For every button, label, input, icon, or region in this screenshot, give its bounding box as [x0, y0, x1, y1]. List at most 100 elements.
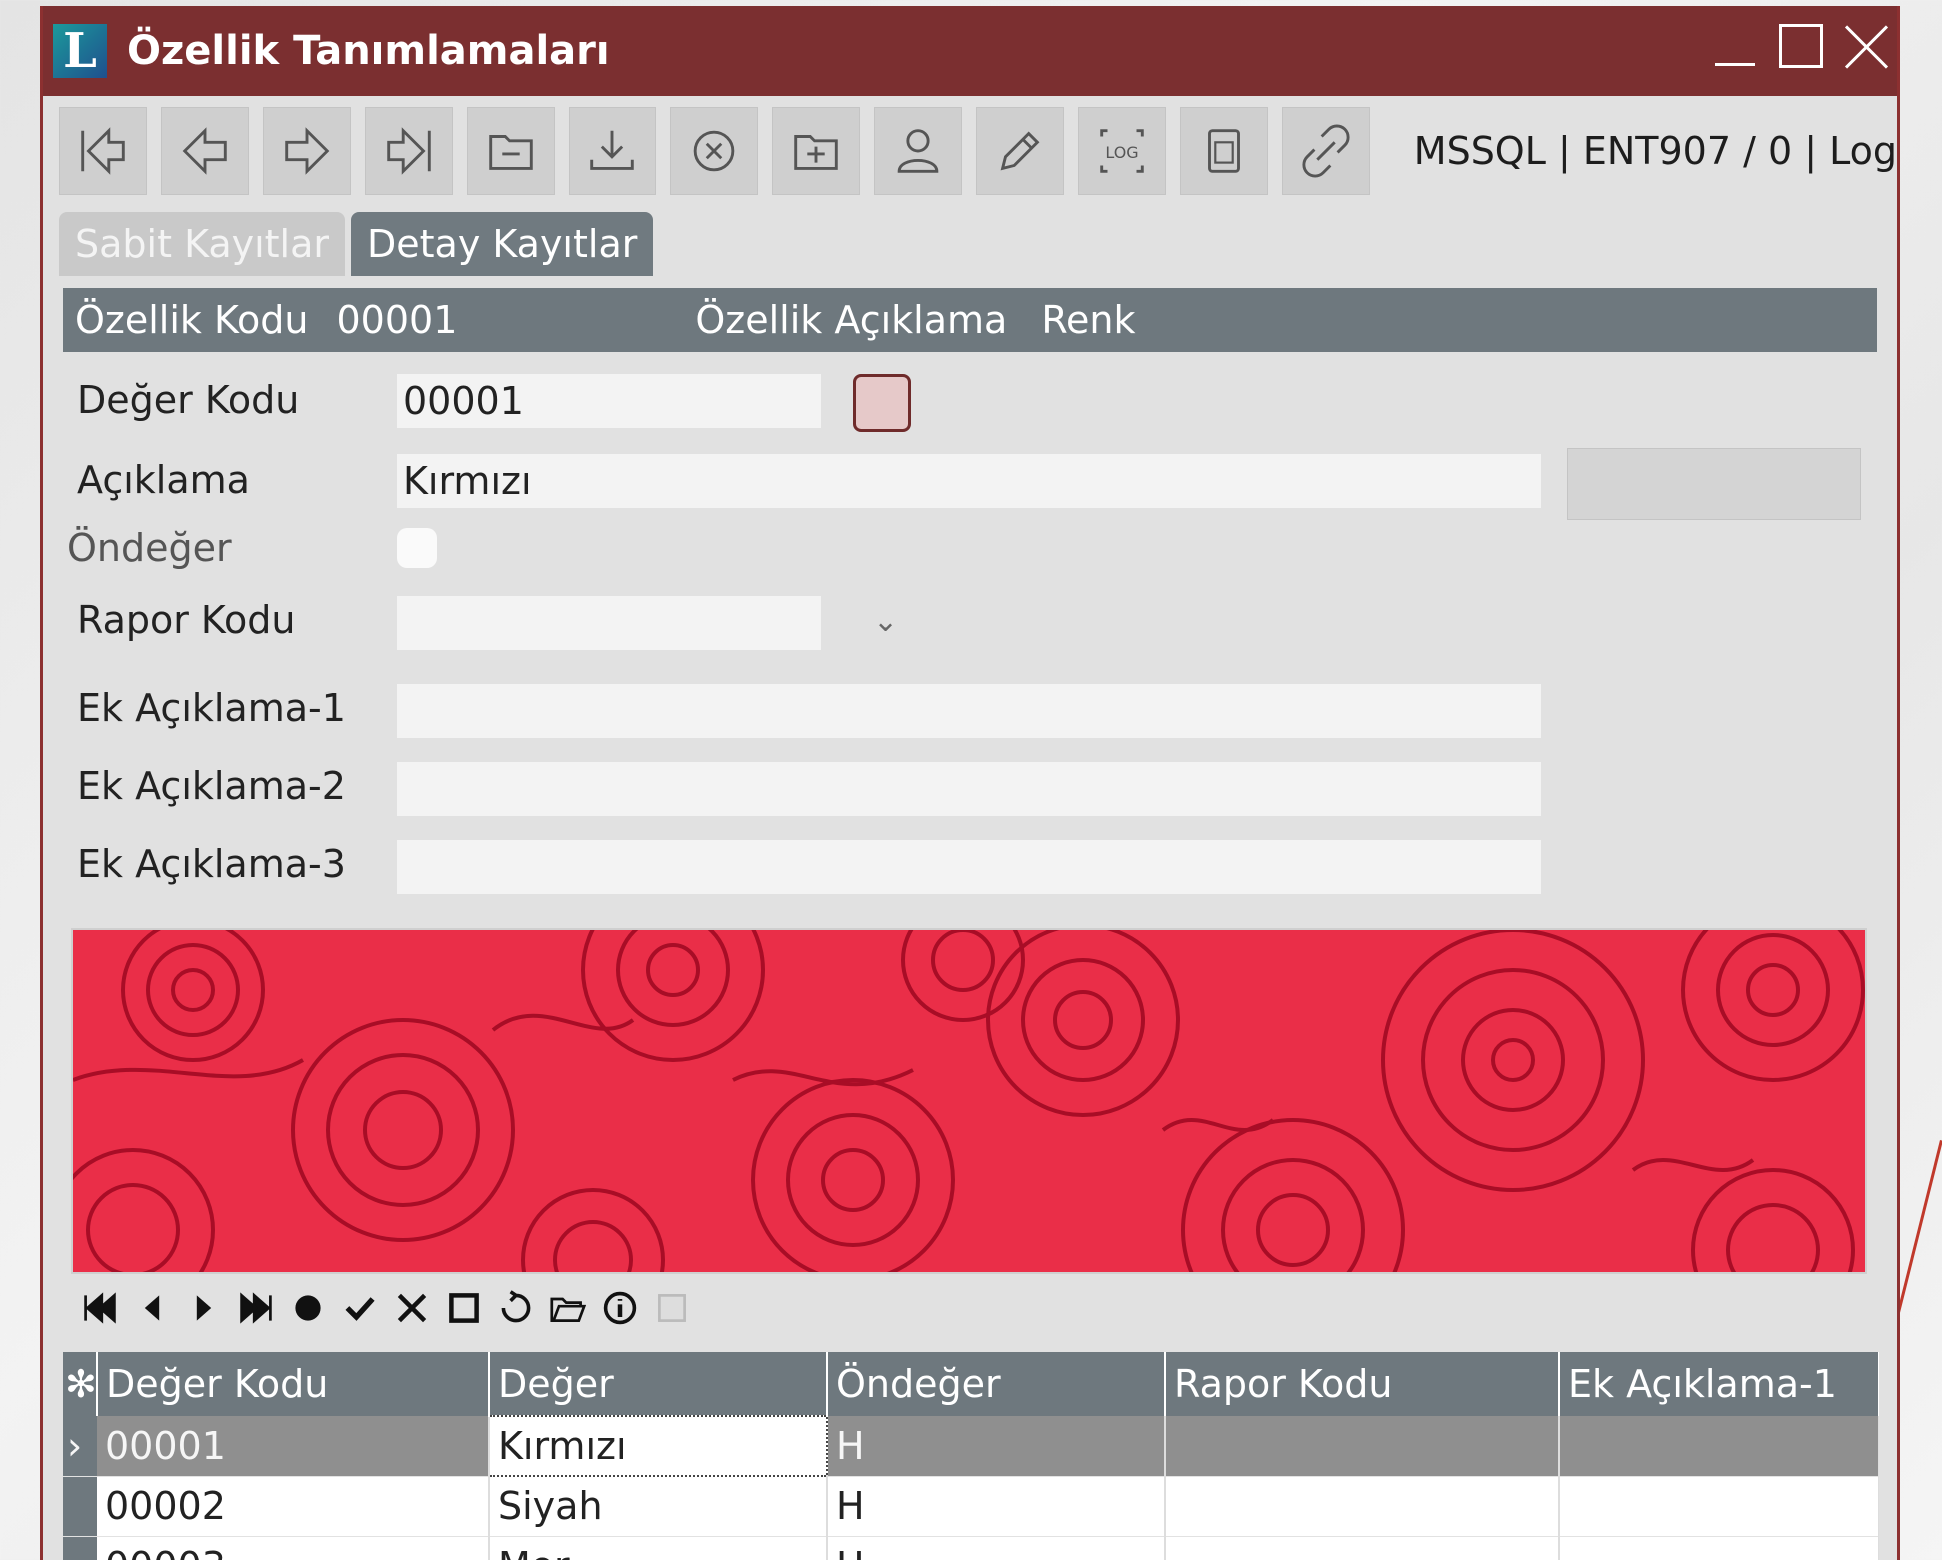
- image-navigator: [71, 1278, 1867, 1338]
- first-icon: [84, 1292, 116, 1324]
- image-last-button[interactable]: [237, 1289, 275, 1327]
- table-row[interactable]: 00003 Mor H: [63, 1536, 1879, 1560]
- link-button[interactable]: [1281, 107, 1370, 195]
- new-folder-icon: [794, 135, 839, 170]
- cell-default[interactable]: H: [827, 1416, 1166, 1477]
- image-open-button[interactable]: [549, 1289, 587, 1327]
- description-label: Açıklama: [77, 458, 250, 502]
- log-button[interactable]: LOG: [1078, 107, 1166, 195]
- cancel-icon: [694, 130, 735, 172]
- column-header-default[interactable]: Öndeğer: [827, 1352, 1166, 1416]
- cell-report[interactable]: [1165, 1536, 1560, 1560]
- image-info-button[interactable]: [601, 1289, 639, 1327]
- values-grid: ✻ Değer Kodu Değer Öndeğer Rapor Kodu Ek…: [63, 1352, 1879, 1560]
- column-header-report-code[interactable]: Rapor Kodu: [1165, 1352, 1560, 1416]
- close-icon[interactable]: [1845, 24, 1889, 68]
- side-box[interactable]: [1567, 448, 1861, 520]
- cell-ek1[interactable]: [1559, 1476, 1879, 1537]
- image-extra-button: [653, 1289, 691, 1327]
- column-header-value[interactable]: Değer: [489, 1352, 828, 1416]
- previous-record-button[interactable]: [160, 107, 249, 195]
- toolbar: LOG MSSQL | ENT907 / 0 | Log: [43, 96, 1897, 206]
- lookup-icon[interactable]: [853, 374, 911, 432]
- edit-pencil-icon: [1000, 131, 1040, 171]
- next-record-icon: [285, 127, 330, 175]
- row-indicator: [63, 1536, 97, 1560]
- cell-default[interactable]: H: [827, 1476, 1166, 1537]
- default-checkbox[interactable]: [397, 528, 437, 568]
- extra-desc-3-label: Ek Açıklama-3: [77, 842, 346, 886]
- property-desc-value: Renk: [1041, 298, 1136, 342]
- property-code-value: 00001: [336, 298, 458, 342]
- first-record-icon: [81, 127, 125, 175]
- cancel-button[interactable]: [670, 107, 759, 195]
- image-first-button[interactable]: [81, 1289, 119, 1327]
- tab-sabit-kayitlar[interactable]: Sabit Kayıtlar: [59, 212, 346, 276]
- user-button[interactable]: [874, 107, 963, 195]
- cell-code[interactable]: 00001: [97, 1416, 490, 1477]
- color-image-panel[interactable]: [71, 928, 1867, 1274]
- cell-report[interactable]: [1165, 1416, 1560, 1477]
- new-record-button[interactable]: [772, 107, 861, 195]
- window-title: Özellik Tanımlamaları: [127, 28, 610, 74]
- last-record-button[interactable]: [364, 107, 453, 195]
- image-frame-button[interactable]: [445, 1289, 483, 1327]
- column-header-value-code[interactable]: Değer Kodu: [97, 1352, 490, 1416]
- image-next-button[interactable]: [185, 1289, 223, 1327]
- table-row[interactable]: 00002 Siyah H: [63, 1476, 1879, 1537]
- link-icon: [1302, 124, 1350, 178]
- maximize-icon[interactable]: [1779, 24, 1823, 68]
- extra-desc-3-input[interactable]: [397, 840, 1541, 894]
- cell-ek1[interactable]: [1559, 1416, 1879, 1477]
- window-controls: [1713, 24, 1889, 68]
- user-icon: [897, 129, 939, 173]
- table-row[interactable]: › 00001 Kırmızı H: [63, 1415, 1879, 1477]
- cell-value[interactable]: Kırmızı: [488, 1415, 828, 1477]
- record-icon: [295, 1295, 321, 1321]
- image-refresh-button[interactable]: [497, 1289, 535, 1327]
- app-logo-icon: L: [53, 23, 107, 79]
- properties-window: L Özellik Tanımlamaları LOG MSSQL | ENT9…: [40, 6, 1900, 1560]
- delete-record-button[interactable]: [466, 107, 555, 195]
- cell-default[interactable]: H: [827, 1536, 1166, 1560]
- prev-icon: [144, 1295, 160, 1321]
- cell-report[interactable]: [1165, 1476, 1560, 1537]
- connection-status: MSSQL | ENT907 / 0 | Log: [1413, 129, 1898, 173]
- cell-code[interactable]: 00002: [97, 1476, 490, 1537]
- check-icon: [345, 1297, 375, 1321]
- chevron-down-icon[interactable]: ⌄: [873, 604, 898, 639]
- image-delete-button[interactable]: [393, 1289, 431, 1327]
- svg-text:LOG: LOG: [1105, 143, 1138, 162]
- image-prev-button[interactable]: [133, 1289, 171, 1327]
- open-folder-icon: [550, 1297, 586, 1322]
- image-record-button[interactable]: [289, 1289, 327, 1327]
- edit-button[interactable]: [976, 107, 1065, 195]
- delete-folder-icon: [488, 135, 533, 170]
- default-label: Öndeğer: [67, 526, 232, 570]
- download-button[interactable]: [568, 107, 657, 195]
- extra-desc-2-label: Ek Açıklama-2: [77, 764, 346, 808]
- last-record-icon: [386, 127, 431, 175]
- report-code-select[interactable]: [397, 596, 821, 650]
- description-input[interactable]: Kırmızı: [397, 454, 1541, 508]
- grid-asterisk-icon: ✻: [63, 1352, 98, 1416]
- next-record-button[interactable]: [262, 107, 351, 195]
- image-check-button[interactable]: [341, 1289, 379, 1327]
- property-desc-label: Özellik Açıklama: [695, 298, 1008, 342]
- first-record-button[interactable]: [59, 107, 147, 195]
- cell-value[interactable]: Mor: [489, 1536, 828, 1560]
- delete-x-icon: [397, 1293, 427, 1323]
- value-code-label: Değer Kodu: [77, 378, 300, 422]
- document-button[interactable]: [1179, 107, 1268, 195]
- frame-icon: [449, 1293, 479, 1323]
- info-icon: [603, 1291, 637, 1325]
- value-code-input[interactable]: 00001: [397, 374, 821, 428]
- cell-code[interactable]: 00003: [97, 1536, 490, 1560]
- cell-ek1[interactable]: [1559, 1536, 1879, 1560]
- extra-desc-1-input[interactable]: [397, 684, 1541, 738]
- extra-desc-2-input[interactable]: [397, 762, 1541, 816]
- tab-detay-kayitlar[interactable]: Detay Kayıtlar: [351, 212, 654, 276]
- cell-value[interactable]: Siyah: [489, 1476, 828, 1537]
- column-header-extra-desc-1[interactable]: Ek Açıklama-1: [1559, 1352, 1879, 1416]
- minimize-icon[interactable]: [1713, 24, 1757, 68]
